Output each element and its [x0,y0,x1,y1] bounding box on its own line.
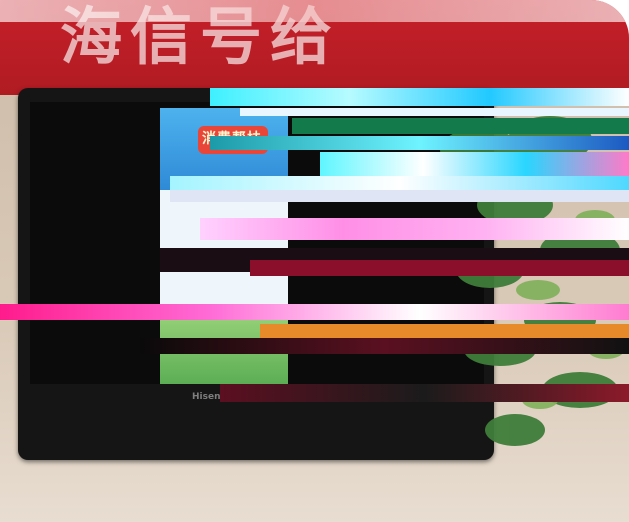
glitch-bar-grey [170,190,629,202]
glitch-bar-pink [200,218,629,240]
glitch-bar-maroon [250,260,629,276]
glitch-overlay [0,0,629,522]
glitch-bar-maroon-2 [220,384,629,402]
glitch-bar-light [240,108,629,116]
glitch-bar-top-light [0,0,629,22]
glitch-bar-cyan-2 [170,176,629,190]
glitch-bar-teal [210,136,629,150]
glitch-bar-cyan-mid [320,152,629,176]
glitch-bar-black [140,338,629,354]
glitch-bar-magenta [0,304,629,320]
glitch-bar-cyan-top [210,88,629,106]
glitch-bar-orange [260,324,629,338]
photo: 海信号给 消费帮扶 Hisense [0,0,629,522]
glitch-bar-green [292,118,629,134]
